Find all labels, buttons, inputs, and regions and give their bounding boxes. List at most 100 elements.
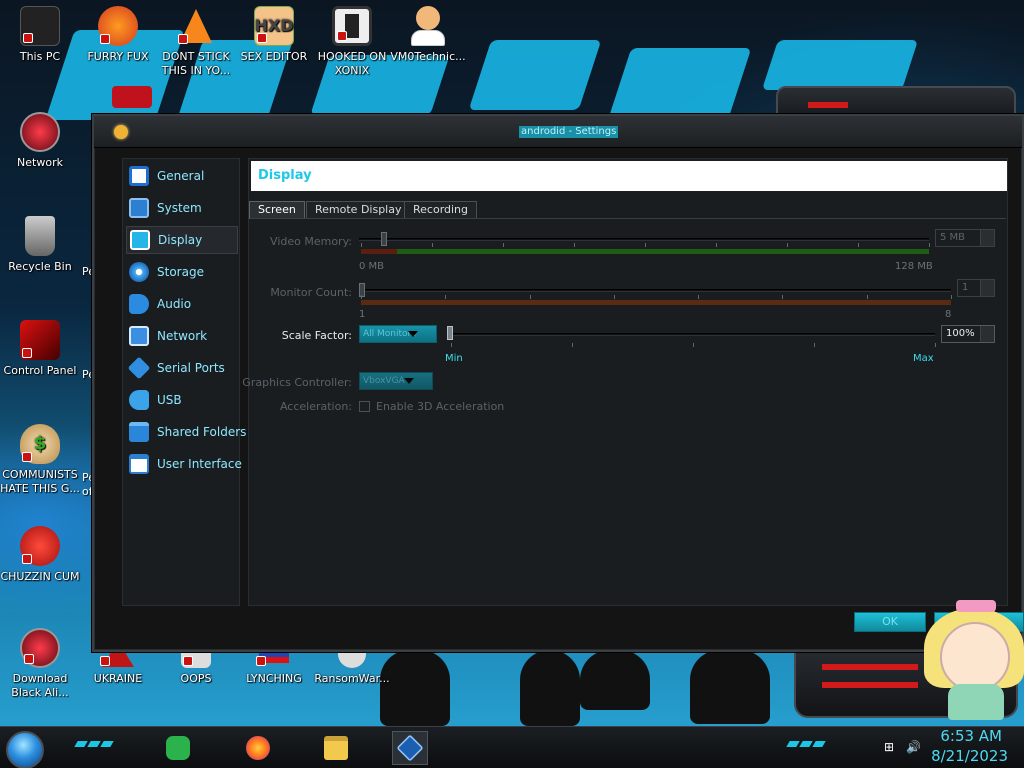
- this-pc-icon: [20, 6, 60, 46]
- enable-3d-acceleration-checkbox[interactable]: [359, 401, 370, 412]
- scale-factor-monitor-select[interactable]: All Monitors: [359, 325, 437, 343]
- monitor-count-spinbox[interactable]: 1: [957, 279, 995, 297]
- video-memory-slider-track[interactable]: [359, 238, 929, 241]
- taskbar-app-file-explorer[interactable]: [318, 731, 354, 765]
- clock-date[interactable]: 8/21/2023: [931, 747, 1008, 765]
- desktop-icon-label: RansomWar...: [314, 672, 390, 685]
- desktop-icon-chuzzin-cum[interactable]: CHUZZIN CUM: [0, 526, 80, 584]
- spin-arrows[interactable]: [980, 280, 994, 296]
- sidebar-item-audio[interactable]: Audio: [126, 290, 238, 318]
- tab-screen[interactable]: Screen: [249, 201, 305, 219]
- vlc-icon: [176, 6, 216, 46]
- star-character-crown: [956, 600, 996, 612]
- settings-sidebar: General System Display Storage Audio Net…: [122, 158, 246, 606]
- volume-icon[interactable]: 🔊: [906, 740, 921, 754]
- desktop-icon-hooked-on-xonix[interactable]: HOOKED ON XONIX: [312, 6, 392, 78]
- speaker-icon: [129, 294, 149, 314]
- hud-red-bar: [808, 102, 848, 108]
- video-memory-slider-handle[interactable]: [381, 232, 388, 246]
- sidebar-item-label: Storage: [157, 265, 204, 279]
- sidebar-item-label: Shared Folders: [157, 425, 247, 439]
- desktop-icon-network[interactable]: Network: [0, 112, 80, 170]
- slider-tick: [361, 295, 362, 299]
- slider-tick: [929, 243, 930, 247]
- scale-factor-slider-track[interactable]: [449, 333, 935, 336]
- taskbar: ⊞ 🔊 6:53 AM 8/21/2023: [0, 726, 1024, 768]
- acceleration-label: Acceleration:: [279, 400, 352, 413]
- sidebar-item-user-interface[interactable]: User Interface: [126, 450, 242, 478]
- spin-arrows[interactable]: [980, 326, 994, 342]
- desktop-icon-label: Recycle Bin: [8, 260, 72, 273]
- sidebar-item-shared-folders[interactable]: Shared Folders: [126, 418, 246, 446]
- firefox-icon: [98, 6, 138, 46]
- sidebar-item-label: User Interface: [157, 457, 242, 471]
- star-character-body: [948, 684, 1004, 720]
- video-memory-spinbox[interactable]: 5 MB: [935, 229, 995, 247]
- start-button[interactable]: [6, 731, 44, 768]
- scale-factor-value: 100%: [946, 328, 975, 339]
- slider-tick: [866, 295, 868, 299]
- settings-panel: Display Screen Remote Display Recording …: [242, 158, 1008, 606]
- sidebar-item-general[interactable]: General: [126, 162, 238, 190]
- slider-tick: [787, 243, 788, 247]
- sidebar-item-system[interactable]: System: [126, 194, 238, 222]
- slider-tick: [782, 295, 784, 299]
- clock-time[interactable]: 6:53 AM: [940, 727, 1002, 745]
- graphics-controller-select[interactable]: VboxVGA: [359, 372, 433, 390]
- desktop-icon-furry-fux[interactable]: FURRY FUX: [78, 6, 158, 64]
- video-memory-range-low: [361, 249, 397, 254]
- ok-button[interactable]: OK: [854, 612, 926, 632]
- sidebar-item-usb[interactable]: USB: [126, 386, 238, 414]
- video-memory-max: 128 MB: [895, 261, 933, 272]
- hud-red-bar: [822, 664, 918, 670]
- monitor-count-slider-track[interactable]: [359, 289, 951, 292]
- serial-port-icon: [127, 356, 151, 380]
- wallpaper-graffiti-stroke: [761, 40, 919, 90]
- desktop-icon-communists[interactable]: $ COMMUNISTS HATE THIS G...: [0, 424, 80, 496]
- taskbar-app-firefox[interactable]: [240, 731, 276, 765]
- desktop-icon-label: COMMUNISTS HATE THIS G...: [0, 468, 80, 495]
- desktop-icon-dont-stick[interactable]: DONT STICK THIS IN YO...: [156, 6, 236, 78]
- spin-arrows[interactable]: [980, 230, 994, 246]
- sidebar-item-label: Serial Ports: [157, 361, 225, 375]
- disc-icon: [129, 262, 149, 282]
- enable-3d-acceleration-label: Enable 3D Acceleration: [376, 400, 505, 413]
- sidebar-item-label: Display: [158, 233, 203, 247]
- desktop-icon-download-black-ali[interactable]: Download Black Ali...: [0, 628, 80, 700]
- desktop-icon-this-pc[interactable]: This PC: [0, 6, 80, 64]
- tab-remote-display[interactable]: Remote Display: [306, 201, 411, 219]
- taskbar-app-feedly[interactable]: [160, 731, 196, 765]
- window-titlebar[interactable]: androdid - Settings: [94, 116, 1022, 148]
- taskbar-app-virtualbox[interactable]: [392, 731, 428, 765]
- desktop-icon-control-panel[interactable]: Control Panel: [0, 320, 80, 378]
- scale-factor-spinbox[interactable]: 100%: [941, 325, 995, 343]
- slider-tick: [432, 243, 433, 247]
- video-memory-range-ok: [397, 249, 929, 254]
- tab-recording[interactable]: Recording: [404, 201, 478, 219]
- window-title: androdid - Settings: [519, 126, 619, 138]
- network-status-icon[interactable]: ⊞: [882, 740, 896, 754]
- tab-divider: [250, 218, 1006, 219]
- chevron-down-icon: [404, 378, 414, 384]
- sidebar-item-serial-ports[interactable]: Serial Ports: [126, 354, 238, 382]
- taskbar-decoration: [786, 741, 826, 747]
- display-icon: [130, 230, 150, 250]
- monitor-count-min: 1: [359, 309, 366, 320]
- slider-tick: [698, 295, 700, 299]
- scale-factor-slider-handle[interactable]: [447, 326, 453, 340]
- sidebar-item-label: Network: [157, 329, 208, 343]
- monitor-count-slider-handle[interactable]: [359, 283, 365, 297]
- desktop-icon-sex-editor[interactable]: HXD SEX EDITOR: [234, 6, 314, 64]
- desktop-icon-label: Download Black Ali...: [11, 672, 69, 699]
- slider-tick: [935, 343, 936, 347]
- desktop-icon-vm0technic[interactable]: VM0Technic...: [388, 6, 468, 64]
- video-memory-value: 5 MB: [940, 232, 966, 243]
- virtualbox-icon: [396, 734, 424, 762]
- slider-tick: [574, 243, 575, 247]
- gear-icon: [114, 125, 128, 139]
- hud-red-bar: [822, 682, 918, 688]
- sidebar-item-display[interactable]: Display: [126, 226, 238, 254]
- sidebar-item-network[interactable]: Network: [126, 322, 238, 350]
- sidebar-item-storage[interactable]: Storage: [126, 258, 238, 286]
- desktop-icon-recycle-bin[interactable]: Recycle Bin: [0, 216, 80, 274]
